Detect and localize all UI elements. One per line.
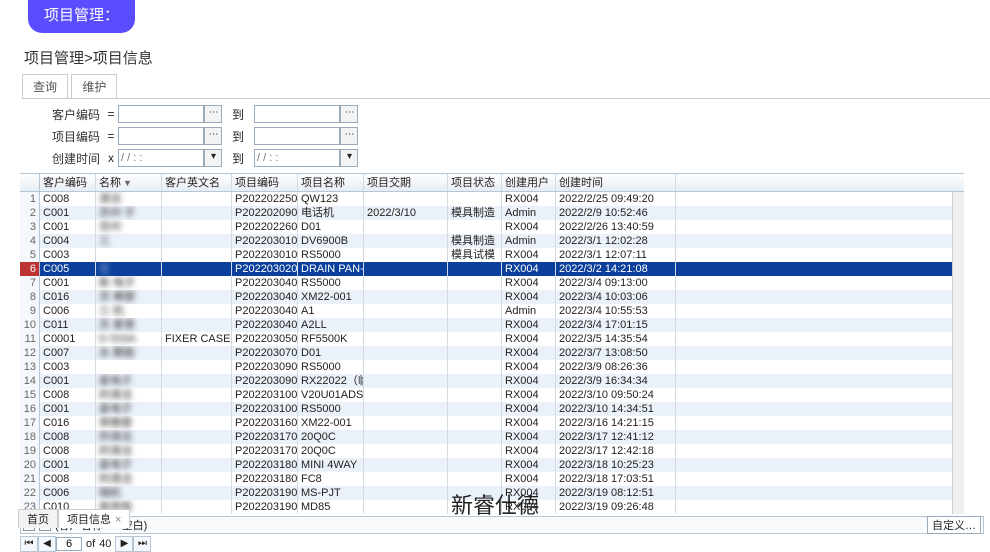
filter-expression-bar: × ✓ (客户名称 <> 空白) 自定义…	[20, 516, 984, 534]
col-customer-code[interactable]: 客户编码	[40, 174, 96, 191]
filter-time-to[interactable]	[254, 149, 340, 167]
bottom-tab-home[interactable]: 首页	[18, 509, 58, 528]
main-tabs: 查询 维护	[22, 74, 990, 99]
table-row[interactable]: 17C016荣橡塑P20220316001XM22-001RX0042022/3…	[20, 416, 964, 430]
bottom-tab-project-info[interactable]: 项目信息×	[58, 509, 130, 528]
sort-indicator-icon: ▼	[123, 178, 132, 188]
table-row[interactable]: 12C007永 鹏股P20220307001D01RX0042022/3/7 1…	[20, 346, 964, 360]
table-row[interactable]: 21C008的清洁P20220318002FC8RX0042022/3/18 1…	[20, 472, 964, 486]
grid-header-row: 客户编码 名称▼ 客户英文名 项目编码 项目名称 项目交期 项目状态 创建用户 …	[20, 174, 964, 192]
col-project-name[interactable]: 项目名称	[298, 174, 364, 191]
bottom-tabs: 首页 项目信息×	[18, 509, 130, 528]
table-row[interactable]: 11C0001D 533AFIXER CASE-PBAP20220305002R…	[20, 332, 964, 346]
breadcrumb: 项目管理>项目信息	[24, 47, 990, 68]
table-row[interactable]: 2C001苏州 子P20220209001电话机2022/3/10模具制造Adm…	[20, 206, 964, 220]
filter-to-label-2: 到	[232, 128, 244, 145]
table-row[interactable]: 7C001新 电子P20220304001RS5000RX0042022/3/4…	[20, 276, 964, 290]
filter-project-to-lookup[interactable]: ⋯	[340, 127, 358, 145]
table-row[interactable]: 22C006缩机P20220319001MS-PJTRX0042022/3/19…	[20, 486, 964, 500]
pager-sep: of	[86, 538, 95, 550]
filter-to-label: 到	[232, 106, 244, 123]
filter-project-op: =	[104, 129, 118, 143]
table-row[interactable]: 6C005三P20220302001DRAIN PAN-TCRX0042022/…	[20, 262, 964, 276]
filter-project-from-lookup[interactable]: ⋯	[204, 127, 222, 145]
module-badge: 项目管理：	[28, 0, 135, 33]
close-icon[interactable]: ×	[115, 514, 121, 526]
table-row[interactable]: 3C001苏州P20220226003D01RX0042022/2/26 13:…	[20, 220, 964, 234]
table-row[interactable]: 16C001星电子P20220310002RS5000RX0042022/3/1…	[20, 402, 964, 416]
table-row[interactable]: 1C008清洁P20220225001QW123RX0042022/2/25 0…	[20, 192, 964, 206]
col-customer-name[interactable]: 名称▼	[96, 174, 162, 191]
filter-time-to-drop[interactable]: ▾	[340, 149, 358, 167]
filter-to-label-3: 到	[232, 150, 244, 167]
table-row[interactable]: 15C008的清洁P20220310001V20U01ADS3NRX004202…	[20, 388, 964, 402]
table-row[interactable]: 5C003P20220301002RS5000模具试模RX0042022/3/1…	[20, 248, 964, 262]
filter-customer-to-lookup[interactable]: ⋯	[340, 105, 358, 123]
pager-total: 40	[99, 538, 111, 550]
pager-next-icon[interactable]: ▶	[115, 536, 133, 552]
filter-project-label: 项目编码	[40, 128, 100, 145]
vertical-scrollbar[interactable]	[952, 192, 964, 514]
filter-customer-from-lookup[interactable]: ⋯	[204, 105, 222, 123]
pager-current-input[interactable]	[56, 537, 82, 551]
tab-maintain[interactable]: 维护	[71, 74, 117, 98]
col-create-time[interactable]: 创建时间	[556, 174, 676, 191]
filter-customer-to[interactable]	[254, 105, 340, 123]
table-row[interactable]: 14C001星电子P20220309002RX22022（临RX0042022/…	[20, 374, 964, 388]
table-row[interactable]: 20C001星电子P20220318001MINI 4WAYRX0042022/…	[20, 458, 964, 472]
filter-project-from[interactable]	[118, 127, 204, 145]
filter-time-op: x	[104, 151, 118, 165]
filter-customer-op: =	[104, 107, 118, 121]
data-grid: 客户编码 名称▼ 客户英文名 项目编码 项目名称 项目交期 项目状态 创建用户 …	[20, 173, 964, 514]
pager-first-icon[interactable]: ⏮	[20, 536, 38, 552]
col-create-user[interactable]: 创建用户	[502, 174, 556, 191]
pager-prev-icon[interactable]: ◀	[38, 536, 56, 552]
filter-project-to[interactable]	[254, 127, 340, 145]
filter-time-label: 创建时间	[40, 150, 100, 167]
table-row[interactable]: 10C011苏 麦普P20220304004A2LLRX0042022/3/4 …	[20, 318, 964, 332]
col-customer-enname[interactable]: 客户英文名	[162, 174, 232, 191]
table-row[interactable]: 9C006三 机P20220304003A1Admin2022/3/4 10:5…	[20, 304, 964, 318]
col-status[interactable]: 项目状态	[448, 174, 502, 191]
filter-customize-button[interactable]: 自定义…	[927, 516, 981, 534]
pager: ⏮ ◀ of 40 ▶ ⏭	[20, 536, 984, 552]
table-row[interactable]: 13C003P20220309001RS5000RX0042022/3/9 08…	[20, 360, 964, 374]
filter-time-from[interactable]	[118, 149, 204, 167]
pager-last-icon[interactable]: ⏭	[133, 536, 151, 552]
filter-customer-from[interactable]	[118, 105, 204, 123]
col-project-code[interactable]: 项目编码	[232, 174, 298, 191]
col-rownum[interactable]	[20, 174, 40, 191]
filter-customer-label: 客户编码	[40, 106, 100, 123]
table-row[interactable]: 8C016苏 橡塑P20220304002XM22-001RX0042022/3…	[20, 290, 964, 304]
filter-time-from-drop[interactable]: ▾	[204, 149, 222, 167]
col-delivery-date[interactable]: 项目交期	[364, 174, 448, 191]
filter-panel: 客户编码 = ⋯ 到 ⋯ 项目编码 = ⋯ 到 ⋯ 创建时间 x ▾ 到 ▾	[40, 103, 990, 169]
table-row[interactable]: 18C008的清洁P2022031700120Q0CRX0042022/3/17…	[20, 430, 964, 444]
table-row[interactable]: 23C010家用电P20220319002MD85RX0042022/3/19 …	[20, 500, 964, 514]
tab-query[interactable]: 查询	[22, 74, 68, 98]
table-row[interactable]: 19C008的清洁P2022031700220Q0CRX0042022/3/17…	[20, 444, 964, 458]
table-row[interactable]: 4C004三P20220301001DV6900B模具制造Admin2022/3…	[20, 234, 964, 248]
